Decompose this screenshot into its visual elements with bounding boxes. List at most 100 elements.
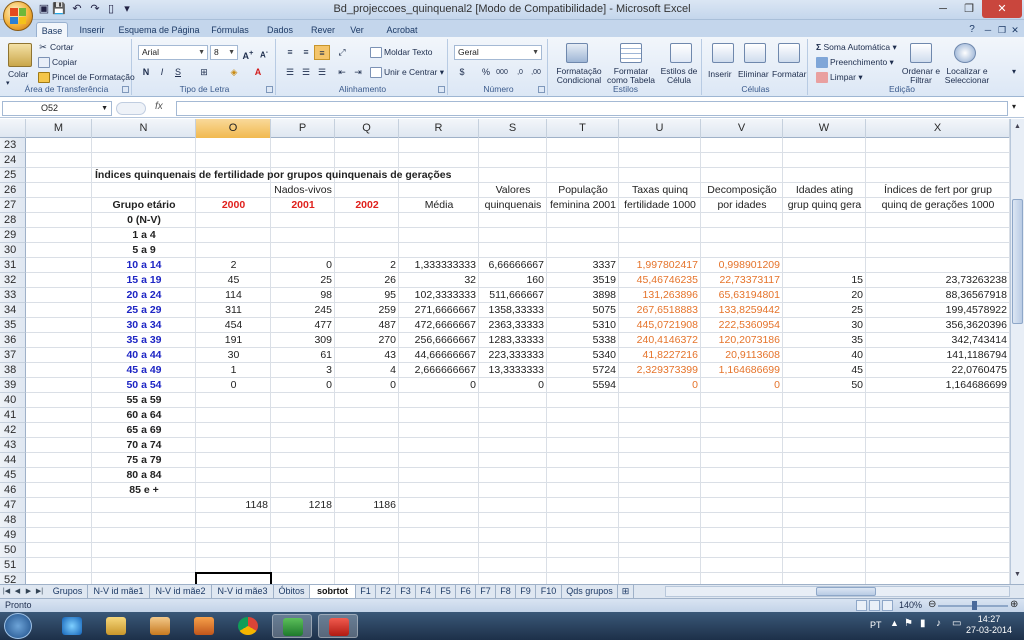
row-header[interactable]: 38	[0, 363, 26, 378]
row-header[interactable]: 39	[0, 378, 26, 393]
data-cell[interactable]: 311	[196, 303, 271, 318]
data-cell[interactable]: 259	[335, 303, 399, 318]
data-cell[interactable]: 267,6518883	[619, 303, 701, 318]
data-cell[interactable]: 3898	[547, 288, 619, 303]
data-cell[interactable]: 487	[335, 318, 399, 333]
row-header[interactable]: 24	[0, 153, 26, 168]
insert-cells-button[interactable]: Inserir	[708, 69, 732, 79]
row-header[interactable]: 46	[0, 483, 26, 498]
sheet-tab[interactable]: F5	[436, 585, 456, 598]
row-header[interactable]: 35	[0, 318, 26, 333]
header-cell[interactable]: Decomposição	[701, 183, 783, 198]
ribbon-scroll-icon[interactable]: ▾	[1012, 67, 1016, 76]
row-header[interactable]: 52	[0, 573, 26, 584]
mail-taskbar-button[interactable]	[140, 614, 180, 638]
data-cell[interactable]: 191	[196, 333, 271, 348]
data-cell[interactable]: 5310	[547, 318, 619, 333]
data-cell[interactable]: 0	[271, 258, 335, 273]
autosum-button[interactable]: Σ Soma Automática ▾	[816, 42, 897, 53]
sheet-tab[interactable]: F6	[456, 585, 476, 598]
data-cell[interactable]: 20	[783, 288, 866, 303]
sheet-tab[interactable]: F9	[516, 585, 536, 598]
first-sheet-icon[interactable]: |◀	[2, 586, 11, 597]
wrap-text-button[interactable]: Moldar Texto	[370, 47, 433, 59]
thousands-icon[interactable]: 000	[494, 65, 510, 80]
sheet-tab[interactable]: F10	[536, 585, 562, 598]
font-family-select[interactable]: Arial ▼	[138, 45, 208, 60]
align-top-icon[interactable]: ≡	[282, 45, 298, 60]
language-indicator[interactable]: PT	[870, 620, 882, 630]
data-cell[interactable]: 1,333333333	[399, 258, 479, 273]
font-color-icon[interactable]: A	[250, 65, 266, 80]
data-cell[interactable]: 1	[196, 363, 271, 378]
data-cell[interactable]: 1,164686699	[701, 363, 783, 378]
column-header-n[interactable]: N	[92, 119, 196, 138]
age-group-cell[interactable]: 75 a 79	[92, 453, 196, 468]
data-cell[interactable]: 141,1186794	[866, 348, 1010, 363]
data-cell[interactable]: 0	[399, 378, 479, 393]
clipboard-launcher-icon[interactable]	[122, 86, 129, 93]
data-cell[interactable]: 199,4578922	[866, 303, 1010, 318]
header-cell[interactable]: Média	[399, 198, 479, 213]
ie-taskbar-button[interactable]	[52, 614, 92, 638]
sheet-tab[interactable]: N-V id mãe1	[88, 585, 150, 598]
data-cell[interactable]: 44,66666667	[399, 348, 479, 363]
align-left-icon[interactable]: ☰	[282, 65, 298, 80]
zoom-level[interactable]: 140%	[899, 600, 922, 610]
horizontal-scrollbar[interactable]	[665, 586, 1010, 597]
data-cell[interactable]: 160	[479, 273, 547, 288]
data-cell[interactable]: 1,997802417	[619, 258, 701, 273]
row-header[interactable]: 26	[0, 183, 26, 198]
sheet-tab[interactable]: F8	[496, 585, 516, 598]
paste-icon[interactable]	[8, 43, 32, 67]
flag-icon[interactable]: ⚑	[904, 618, 913, 629]
increase-decimal-icon[interactable]: ,0	[512, 65, 528, 80]
header-cell[interactable]: quinquenais	[479, 198, 547, 213]
data-cell[interactable]: 0	[479, 378, 547, 393]
header-cell[interactable]: 2002	[335, 198, 399, 213]
italic-icon[interactable]: I	[154, 65, 170, 80]
sheet-tab[interactable]: F3	[396, 585, 416, 598]
header-cell[interactable]: Taxas quinq	[619, 183, 701, 198]
data-cell[interactable]: 3	[271, 363, 335, 378]
row-header[interactable]: 36	[0, 333, 26, 348]
data-cell[interactable]: 120,2073186	[701, 333, 783, 348]
age-group-cell[interactable]: 30 a 34	[92, 318, 196, 333]
wb-restore-icon[interactable]: ❐	[996, 22, 1008, 38]
find-select-button[interactable]: Localizar e Seleccionar	[940, 67, 994, 85]
data-cell[interactable]: 2,329373399	[619, 363, 701, 378]
row-header[interactable]: 25	[0, 168, 26, 183]
font-size-select[interactable]: 8 ▼	[210, 45, 238, 60]
tab-esquema-pagina[interactable]: Esquema de Página	[116, 22, 202, 38]
name-box[interactable]: O52 ▼	[2, 101, 112, 116]
wb-close-icon[interactable]: ✕	[1009, 22, 1021, 38]
sheet-tab[interactable]: sobrtot	[310, 585, 356, 598]
fill-button[interactable]: Preenchimento ▾	[816, 57, 894, 69]
data-cell[interactable]: 1358,33333	[479, 303, 547, 318]
age-group-cell[interactable]: 85 e +	[92, 483, 196, 498]
total-cell[interactable]: 1186	[335, 498, 399, 513]
row-header[interactable]: 31	[0, 258, 26, 273]
page-layout-view-icon[interactable]	[869, 600, 880, 611]
column-header-s[interactable]: S	[479, 119, 547, 138]
data-cell[interactable]: 13,3333333	[479, 363, 547, 378]
header-cell[interactable]: Idades ating	[783, 183, 866, 198]
column-header-v[interactable]: V	[701, 119, 783, 138]
network-icon[interactable]: ▮	[920, 618, 926, 629]
age-group-cell[interactable]: 15 a 19	[92, 273, 196, 288]
header-cell[interactable]: fertilidade 1000	[619, 198, 701, 213]
borders-icon[interactable]: ⊞	[196, 65, 212, 80]
age-group-cell[interactable]: 65 a 69	[92, 423, 196, 438]
data-cell[interactable]: 1,164686699	[866, 378, 1010, 393]
data-cell[interactable]: 22,73373117	[701, 273, 783, 288]
header-cell[interactable]: 2000	[196, 198, 271, 213]
number-launcher-icon[interactable]	[538, 86, 545, 93]
last-sheet-icon[interactable]: ▶|	[35, 586, 44, 597]
data-cell[interactable]: 309	[271, 333, 335, 348]
row-header[interactable]: 51	[0, 558, 26, 573]
number-format-select[interactable]: Geral ▼	[454, 45, 542, 60]
row-header[interactable]: 33	[0, 288, 26, 303]
increase-indent-icon[interactable]: ⇥	[350, 65, 366, 80]
align-right-icon[interactable]: ☰	[314, 65, 330, 80]
column-header-u[interactable]: U	[619, 119, 701, 138]
